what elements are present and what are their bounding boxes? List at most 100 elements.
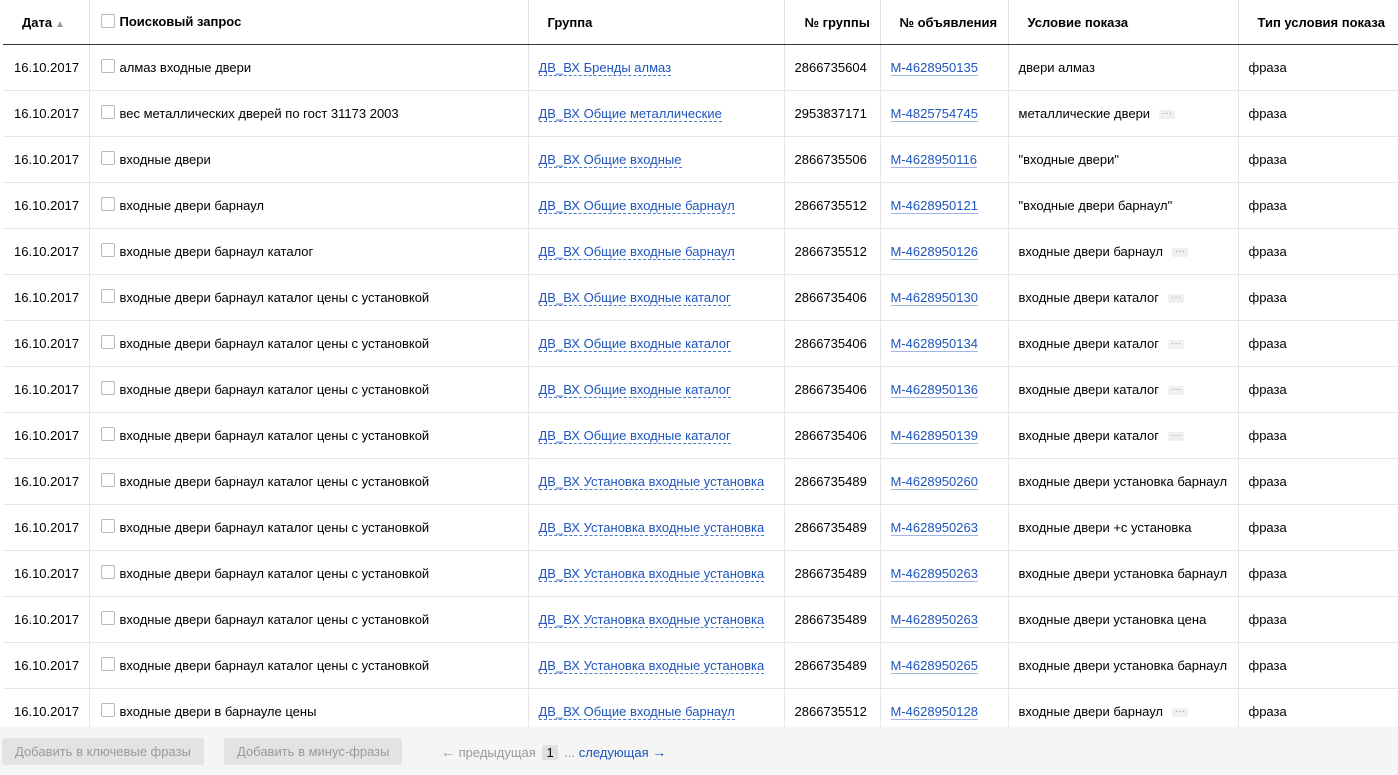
cell-group: ДВ_ВХ Общие входные xyxy=(528,136,785,183)
row-checkbox[interactable] xyxy=(100,151,115,166)
next-page-link[interactable]: следующая xyxy=(579,745,649,760)
cell-query: входные двери барнаул каталог цены с уст… xyxy=(89,642,529,689)
row-checkbox[interactable] xyxy=(100,427,115,442)
table-row: 16.10.2017 входные двери барнаул каталог … xyxy=(3,504,1398,551)
ad-link[interactable]: M-4628950136 xyxy=(890,382,978,398)
column-header-date[interactable]: Дата ▲ xyxy=(3,0,90,45)
ad-link[interactable]: M-4628950260 xyxy=(890,474,978,490)
more-icon[interactable]: ··· xyxy=(1172,247,1189,258)
condition-text: входные двери +с установка xyxy=(1018,520,1192,535)
cell-condition-type: фраза xyxy=(1238,550,1398,597)
group-link[interactable]: ДВ_ВХ Установка входные установка xyxy=(538,520,765,536)
query-text: входные двери барнаул каталог цены с уст… xyxy=(119,427,430,443)
select-all-checkbox[interactable] xyxy=(100,13,115,28)
cell-group: ДВ_ВХ Общие металлические xyxy=(528,90,785,137)
ad-link[interactable]: M-4825754745 xyxy=(890,106,978,122)
pagination: ← предыдущая 1 ... следующая → xyxy=(441,744,666,760)
group-link[interactable]: ДВ_ВХ Общие входные каталог xyxy=(538,336,731,352)
next-arrow-icon[interactable]: → xyxy=(652,744,666,760)
row-checkbox[interactable] xyxy=(100,243,115,258)
more-icon[interactable]: ··· xyxy=(1172,707,1189,718)
cell-ad-number: M-4628950263 xyxy=(880,596,1009,643)
query-text: входные двери барнаул каталог цены с уст… xyxy=(119,657,430,673)
ad-link[interactable]: M-4628950126 xyxy=(890,244,978,260)
row-checkbox[interactable] xyxy=(100,703,115,718)
row-checkbox[interactable] xyxy=(100,519,115,534)
group-link[interactable]: ДВ_ВХ Общие входные барнаул xyxy=(538,704,735,720)
cell-group-number: 2866735512 xyxy=(784,228,881,275)
ad-link[interactable]: M-4628950116 xyxy=(890,152,977,168)
cell-date: 16.10.2017 xyxy=(3,320,90,367)
cell-condition-type: фраза xyxy=(1238,366,1398,413)
ad-link[interactable]: M-4628950128 xyxy=(890,704,978,720)
cell-date: 16.10.2017 xyxy=(3,274,90,321)
cell-group: ДВ_ВХ Общие входные каталог xyxy=(528,320,785,367)
cell-group-number: 2866735406 xyxy=(784,274,881,321)
group-link[interactable]: ДВ_ВХ Общие входные каталог xyxy=(538,290,731,306)
query-text: входные двери барнаул каталог цены с уст… xyxy=(119,611,430,627)
row-checkbox[interactable] xyxy=(100,611,115,626)
table-row: 16.10.2017 входные двери барнаул каталог … xyxy=(3,550,1398,597)
more-icon[interactable]: ··· xyxy=(1168,293,1184,304)
cell-group-number: 2866735406 xyxy=(784,320,881,367)
ad-link[interactable]: M-4628950263 xyxy=(890,612,978,628)
condition-text: входные двери каталог xyxy=(1018,428,1160,443)
cell-date: 16.10.2017 xyxy=(3,596,90,643)
row-checkbox[interactable] xyxy=(100,565,115,580)
cell-date: 16.10.2017 xyxy=(3,182,90,229)
group-link[interactable]: ДВ_ВХ Бренды алмаз xyxy=(538,60,672,76)
ad-link[interactable]: M-4628950134 xyxy=(890,336,978,352)
cell-condition: входные двери +с установка xyxy=(1008,504,1239,551)
condition-text: двери алмаз xyxy=(1018,60,1095,75)
group-link[interactable]: ДВ_ВХ Общие входные барнаул xyxy=(538,198,735,214)
group-link[interactable]: ДВ_ВХ Общие металлические xyxy=(538,106,722,122)
row-checkbox[interactable] xyxy=(100,59,115,74)
ad-link[interactable]: M-4628950121 xyxy=(890,198,978,214)
group-link[interactable]: ДВ_ВХ Общие входные xyxy=(538,152,682,168)
cell-ad-number: M-4628950121 xyxy=(880,182,1009,229)
condition-text: входные двери барнаул xyxy=(1018,704,1164,719)
cell-ad-number: M-4628950136 xyxy=(880,366,1009,413)
row-checkbox[interactable] xyxy=(100,105,115,120)
group-link[interactable]: ДВ_ВХ Установка входные установка xyxy=(538,474,765,490)
search-queries-table: Дата ▲ Поисковый запрос Группа № группы №… xyxy=(3,0,1398,735)
cell-group: ДВ_ВХ Общие входные каталог xyxy=(528,412,785,459)
cell-condition-type: фраза xyxy=(1238,642,1398,689)
cell-condition: двери алмаз xyxy=(1008,44,1239,91)
group-link[interactable]: ДВ_ВХ Общие входные каталог xyxy=(538,428,731,444)
cell-query: входные двери барнаул каталог цены с уст… xyxy=(89,366,529,413)
cell-group-number: 2866735406 xyxy=(784,366,881,413)
column-header-condition-type: Тип условия показа xyxy=(1238,0,1398,45)
group-link[interactable]: ДВ_ВХ Установка входные установка xyxy=(538,658,765,674)
row-checkbox[interactable] xyxy=(100,289,115,304)
ad-link[interactable]: M-4628950130 xyxy=(890,290,978,306)
group-link[interactable]: ДВ_ВХ Общие входные барнаул xyxy=(538,244,735,260)
more-icon[interactable]: ··· xyxy=(1168,431,1184,442)
table-row: 16.10.2017 входные двери барнаул каталог Д… xyxy=(3,228,1398,275)
ad-link[interactable]: M-4628950265 xyxy=(890,658,978,674)
add-to-keywords-button[interactable]: Добавить в ключевые фразы xyxy=(2,738,204,765)
cell-query: входные двери барнаул каталог цены с уст… xyxy=(89,550,529,597)
row-checkbox[interactable] xyxy=(100,197,115,212)
cell-ad-number: M-4628950139 xyxy=(880,412,1009,459)
ad-link[interactable]: M-4628950135 xyxy=(890,60,978,76)
group-link[interactable]: ДВ_ВХ Общие входные каталог xyxy=(538,382,731,398)
add-to-minus-phrases-button[interactable]: Добавить в минус-фразы xyxy=(224,738,403,765)
ad-link[interactable]: M-4628950263 xyxy=(890,520,978,536)
cell-group-number: 2866735506 xyxy=(784,136,881,183)
ad-link[interactable]: M-4628950139 xyxy=(890,428,978,444)
row-checkbox[interactable] xyxy=(100,381,115,396)
more-icon[interactable]: ··· xyxy=(1168,339,1184,350)
more-icon[interactable]: ··· xyxy=(1168,385,1184,396)
cell-date: 16.10.2017 xyxy=(3,136,90,183)
group-link[interactable]: ДВ_ВХ Установка входные установка xyxy=(538,612,765,628)
row-checkbox[interactable] xyxy=(100,473,115,488)
condition-text: металлические двери xyxy=(1018,106,1151,121)
group-link[interactable]: ДВ_ВХ Установка входные установка xyxy=(538,566,765,582)
condition-text: "входные двери барнаул" xyxy=(1018,198,1173,213)
more-icon[interactable]: ··· xyxy=(1159,109,1176,120)
cell-condition: входные двери установка барнаул xyxy=(1008,550,1239,597)
ad-link[interactable]: M-4628950263 xyxy=(890,566,978,582)
row-checkbox[interactable] xyxy=(100,657,115,672)
row-checkbox[interactable] xyxy=(100,335,115,350)
